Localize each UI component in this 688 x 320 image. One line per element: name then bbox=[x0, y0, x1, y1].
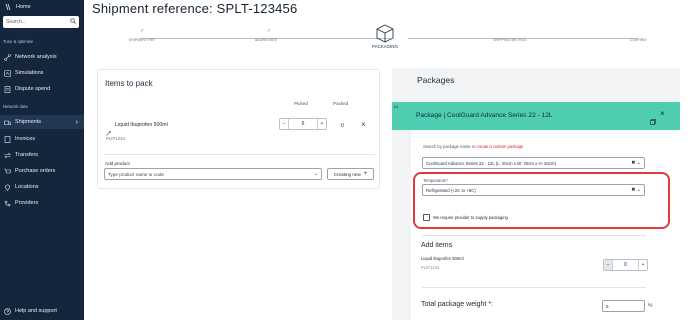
sidebar-home[interactable]: Home bbox=[0, 0, 84, 14]
sidebar-item-purchase-orders[interactable]: Purchase orders bbox=[0, 164, 84, 178]
step-confirm[interactable]: CONFIRM bbox=[608, 38, 668, 42]
sidebar-item-shipments[interactable]: Shipments › bbox=[0, 115, 84, 129]
help-icon bbox=[4, 307, 11, 315]
decrement-button[interactable]: – bbox=[280, 119, 289, 129]
chevron-down-icon[interactable]: ⌄ bbox=[637, 160, 641, 166]
package-search-hint: Search by package name or create a custo… bbox=[423, 144, 523, 149]
decrement-button[interactable]: – bbox=[604, 260, 613, 270]
sidebar-item-simulations[interactable]: Simulations bbox=[0, 66, 84, 80]
sidebar-item-locations[interactable]: Locations bbox=[0, 180, 84, 194]
step-packaging[interactable]: PACKAGING bbox=[355, 44, 415, 49]
step-addresses[interactable]: ADDRESSES bbox=[236, 38, 296, 42]
select-controls: ✖ ⌄ bbox=[631, 160, 641, 166]
search-icon bbox=[70, 18, 76, 26]
progress-stepper: ✓ ✓ SHIPMENT REF ADDRESSES PACKAGING SHI… bbox=[110, 22, 670, 52]
purchase-order-icon bbox=[4, 168, 11, 175]
check-icon: ✓ bbox=[140, 28, 145, 34]
sidebar-item-invoices[interactable]: Invoices bbox=[0, 132, 84, 146]
picked-value[interactable]: 6 bbox=[289, 119, 317, 129]
add-items-title: Add items bbox=[421, 242, 453, 249]
sidebar-item-label: Invoices bbox=[15, 136, 36, 142]
page-title: Shipment reference: SPLT-123456 bbox=[92, 1, 298, 16]
search-placeholder: Search... bbox=[6, 19, 27, 25]
add-item-qty[interactable]: 0 bbox=[613, 260, 638, 270]
add-product-select[interactable]: Type product name or code ⌄ bbox=[104, 168, 322, 180]
package-type-select[interactable]: CoolGuard Advance Series 22 - 12L (L: 20… bbox=[422, 157, 645, 169]
chevron-down-icon: ⌄ bbox=[313, 171, 318, 177]
create-custom-package-link[interactable]: create a custom package bbox=[477, 144, 524, 149]
duplicate-icon[interactable] bbox=[650, 112, 656, 130]
sidebar-item-label: Locations bbox=[15, 184, 39, 190]
transfer-icon bbox=[4, 152, 11, 159]
weight-label: Total package weight *: bbox=[421, 301, 493, 308]
item-name: Liquid Ibuprofen 500ml bbox=[115, 122, 168, 128]
package-type-value: CoolGuard Advance Series 22 - 12L (L: 20… bbox=[426, 160, 556, 166]
sidebar-item-label: Shipments bbox=[15, 119, 41, 125]
shipments-icon bbox=[4, 119, 11, 126]
divider bbox=[104, 154, 375, 155]
temperature-highlight bbox=[413, 172, 670, 229]
package-number: #1 bbox=[394, 104, 399, 109]
weight-input[interactable]: 5 bbox=[602, 300, 645, 312]
sidebar-item-transfers[interactable]: Transfers bbox=[0, 148, 84, 162]
divider bbox=[422, 287, 646, 288]
section-network: Network data bbox=[3, 104, 28, 109]
sidebar-item-label: Transfers bbox=[15, 152, 39, 158]
dispute-icon bbox=[4, 85, 11, 93]
packages-title: Packages bbox=[417, 75, 455, 85]
increment-button[interactable]: + bbox=[638, 260, 647, 270]
location-icon bbox=[4, 184, 11, 191]
add-item-sku: PLIP1234 bbox=[421, 265, 440, 270]
items-to-pack-card: Items to pack Picked Packed Liquid Ibupr… bbox=[97, 69, 380, 189]
sidebar-item-network-analysis[interactable]: Network analysis bbox=[0, 50, 84, 64]
items-to-pack-title: Items to pack bbox=[105, 79, 153, 88]
check-icon: ✓ bbox=[267, 28, 272, 34]
sidebar-search-input[interactable]: Search... bbox=[3, 16, 79, 28]
weight-unit: kg bbox=[648, 302, 653, 307]
picked-quantity-stepper[interactable]: – 6 + bbox=[279, 118, 327, 130]
sidebar-item-dispute-spend[interactable]: Dispute spend bbox=[0, 82, 84, 96]
divider bbox=[422, 235, 646, 236]
add-item-quantity-stepper[interactable]: – 0 + bbox=[603, 259, 648, 271]
add-item-name: Liquid Ibuprofen 500ml bbox=[421, 256, 464, 261]
search-hint-text: Search by package name or bbox=[423, 144, 476, 149]
sidebar-item-label: Purchase orders bbox=[15, 168, 56, 174]
providers-icon bbox=[4, 200, 11, 207]
weight-value: 5 bbox=[606, 303, 609, 309]
create-new-button[interactable]: Creating new + bbox=[327, 168, 374, 180]
invoice-icon bbox=[4, 135, 11, 143]
sidebar-item-providers[interactable]: Providers bbox=[0, 196, 84, 210]
sidebar-item-label: Simulations bbox=[15, 70, 44, 76]
step-shipping-method[interactable]: SHIPPING METHOD bbox=[480, 38, 540, 42]
item-sku: PLIP1234 bbox=[106, 136, 125, 141]
sidebar-item-help[interactable]: Help and support bbox=[0, 304, 84, 318]
plus-icon: + bbox=[363, 171, 368, 177]
packed-value: 0 bbox=[341, 123, 344, 129]
clear-icon[interactable]: ✖ bbox=[631, 160, 635, 166]
close-icon[interactable]: × bbox=[660, 109, 665, 118]
network-icon bbox=[4, 53, 11, 61]
col-packed: Packed bbox=[333, 101, 349, 106]
package-title: Package | CoolGuard Advance Series 22 - … bbox=[416, 112, 553, 119]
add-product-placeholder: Type product name or code bbox=[108, 171, 164, 177]
remove-item-icon[interactable]: × bbox=[361, 120, 366, 129]
chevron-right-icon: › bbox=[75, 118, 78, 126]
section-tune: Tune & optimise bbox=[3, 39, 34, 44]
create-new-label: Creating new bbox=[333, 171, 361, 177]
logo-icon bbox=[4, 3, 12, 11]
sidebar: Home Search... Tune & optimise Network a… bbox=[0, 0, 84, 320]
simulation-icon bbox=[4, 69, 11, 77]
sidebar-item-label: Help and support bbox=[15, 308, 57, 314]
sidebar-item-label: Network analysis bbox=[15, 54, 57, 60]
step-shipment-ref[interactable]: SHIPMENT REF bbox=[112, 38, 172, 42]
sidebar-item-label: Providers bbox=[15, 200, 39, 206]
home-label: Home bbox=[16, 4, 31, 10]
add-product-label: Add product bbox=[105, 161, 130, 166]
package-header[interactable]: #1 Package | CoolGuard Advance Series 22… bbox=[392, 102, 680, 130]
sidebar-item-label: Dispute spend bbox=[15, 86, 51, 92]
increment-button[interactable]: + bbox=[317, 119, 326, 129]
col-picked: Picked bbox=[294, 101, 308, 106]
